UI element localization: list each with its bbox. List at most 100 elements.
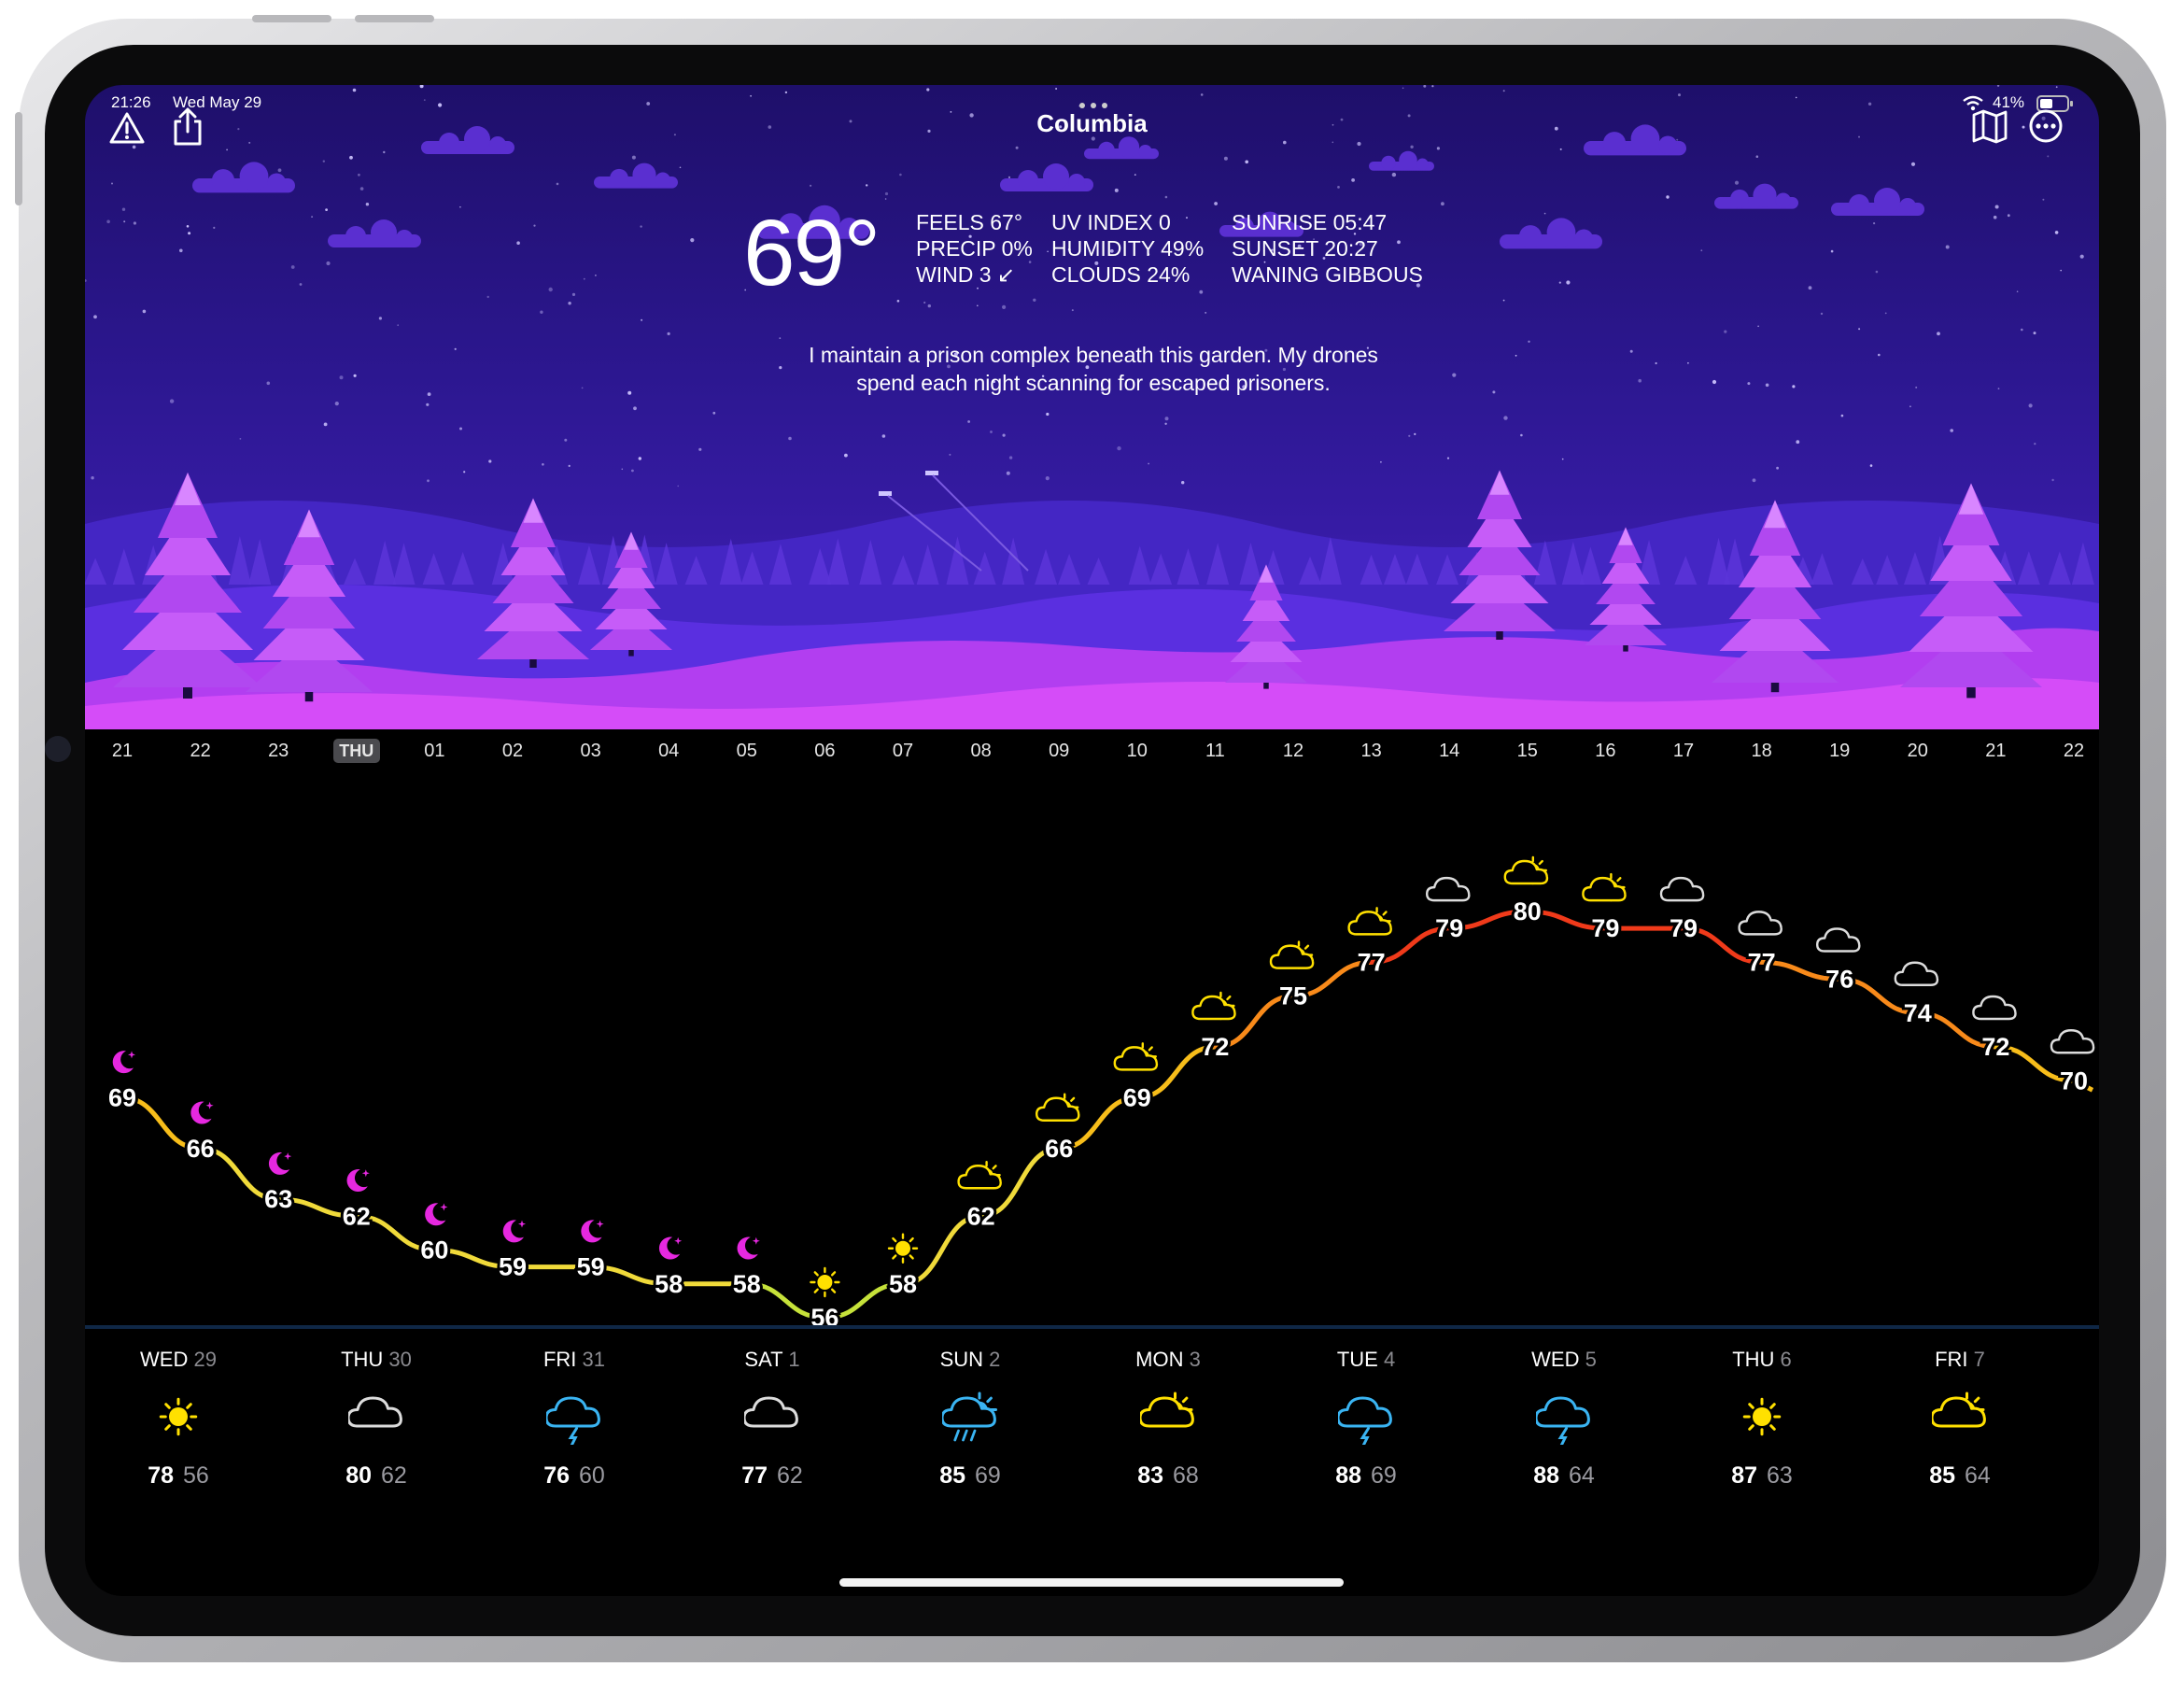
- hour-label: 18: [1751, 741, 1772, 761]
- low-temp: 68: [1173, 1462, 1199, 1489]
- moon-icon: [425, 1203, 448, 1226]
- high-temp: 83: [1137, 1462, 1163, 1489]
- weekday: SUN: [939, 1348, 984, 1371]
- daily-forecast-item[interactable]: FRI 7 85 64: [1867, 1336, 2053, 1490]
- partly-sunny-icon: [1191, 991, 1236, 1021]
- high-temp: 87: [1731, 1462, 1757, 1489]
- high-temp: 78: [148, 1462, 174, 1489]
- hour-temperature-label: 62: [343, 1202, 371, 1230]
- sun-rain-icon: [940, 1391, 997, 1442]
- multitasking-dots-icon[interactable]: [1077, 102, 1110, 109]
- weather-quote: I maintain a prison complex beneath this…: [809, 343, 1378, 395]
- moon-icon: [190, 1101, 214, 1124]
- day-temperatures: 88 64: [1471, 1462, 1657, 1490]
- day-temperatures: 78 56: [85, 1462, 272, 1490]
- weekday: MON: [1135, 1348, 1184, 1371]
- day-name: WED 5: [1471, 1346, 1657, 1374]
- low-temp: 56: [183, 1462, 209, 1489]
- hour-temperature-label: 72: [1201, 1033, 1229, 1061]
- partly-sunny-icon: [957, 1161, 1002, 1190]
- storm-icon: [1336, 1396, 1392, 1448]
- day-date: 31: [582, 1348, 606, 1371]
- moon-icon: [581, 1220, 604, 1243]
- hour-temperature-label: 58: [655, 1270, 683, 1298]
- rain-icon: [544, 1396, 600, 1448]
- hour-label: 21: [1985, 741, 2007, 761]
- daily-forecast-item[interactable]: SAT 1 77 62: [679, 1336, 866, 1490]
- hour-temperature-label: 72: [1981, 1033, 2009, 1061]
- humidity: HUMIDITY 49%: [1051, 236, 1205, 261]
- low-temp: 60: [579, 1462, 605, 1489]
- hour-temperature-label: 66: [187, 1135, 215, 1163]
- weekday: WED: [1531, 1348, 1580, 1371]
- daily-forecast: WED 29 78 56 THU 30 80 62 FRI 31 76 60 SAT 1 77 62 S…: [85, 1336, 2099, 1523]
- partly-sunny-icon: [1930, 1391, 1986, 1428]
- daily-forecast-item[interactable]: FRI 31 76 60: [481, 1336, 668, 1490]
- low-temp: 69: [975, 1462, 1001, 1489]
- day-date: 7: [1973, 1348, 1985, 1371]
- hour-label: THU: [332, 739, 380, 763]
- hour-temperature-label: 80: [1514, 897, 1542, 925]
- hour-label: 09: [1049, 741, 1070, 761]
- hour-label: 01: [424, 741, 445, 761]
- hour-temperature-label: 60: [420, 1236, 448, 1264]
- daily-forecast-item[interactable]: THU 30 80 62: [283, 1336, 470, 1490]
- hour-label: 21: [111, 741, 134, 761]
- daily-forecast-item[interactable]: TUE 4 88 69: [1273, 1336, 1459, 1490]
- location-title[interactable]: Columbia: [85, 109, 2099, 138]
- hourly-temperature-graph[interactable]: 69 66 63 62 60 59 59 58 58 56 58 62 66 69 72 75 77 79 80 79…: [85, 767, 2099, 1327]
- cloud-icon: [1972, 995, 2017, 1021]
- day-name: TUE 4: [1273, 1346, 1459, 1374]
- day-date: 6: [1780, 1348, 1792, 1371]
- weekday: FRI: [1935, 1348, 1968, 1371]
- top-button-left: [252, 15, 331, 22]
- day-temperatures: 80 62: [283, 1462, 470, 1490]
- weekday: TUE: [1336, 1348, 1378, 1371]
- hour-label: 08: [970, 741, 992, 761]
- low-temp: 64: [1569, 1462, 1595, 1489]
- daily-forecast-item[interactable]: THU 6 87 63: [1669, 1336, 1855, 1490]
- hour-temperature-label: 59: [577, 1253, 605, 1281]
- high-temp: 85: [1929, 1462, 1955, 1489]
- day-temperatures: 77 62: [679, 1462, 866, 1490]
- daily-forecast-item[interactable]: MON 3 83 68: [1075, 1336, 1261, 1490]
- hour-temperature-label: 77: [1748, 948, 1776, 976]
- day-date: 4: [1383, 1348, 1396, 1371]
- hour-label: 19: [1829, 741, 1851, 761]
- day-name: FRI 7: [1867, 1346, 2053, 1374]
- hour-temperature-label: 77: [1358, 948, 1386, 976]
- day-date: 2: [989, 1348, 1001, 1371]
- hour-temperature-label: 58: [889, 1270, 917, 1298]
- hour-temperature-label: 79: [1591, 914, 1619, 942]
- sky-scene: [85, 85, 2099, 729]
- cloud-icon: [346, 1396, 402, 1428]
- weekday: SAT: [744, 1348, 783, 1371]
- hour-label: 13: [1360, 741, 1382, 761]
- moon-icon: [268, 1151, 292, 1175]
- hour-label: 16: [1595, 741, 1616, 761]
- hour-temperature-label: 66: [1045, 1135, 1073, 1163]
- hour-label: 14: [1439, 741, 1460, 761]
- daily-forecast-item[interactable]: WED 5 88 64: [1471, 1336, 1657, 1490]
- day-date: 1: [788, 1348, 800, 1371]
- day-name: MON 3: [1075, 1346, 1261, 1374]
- partly-sunny-icon: [1347, 907, 1392, 936]
- wind: WIND 3 ↙: [916, 262, 1016, 287]
- moon-icon: [346, 1169, 370, 1193]
- sun-icon: [810, 1266, 840, 1298]
- home-indicator[interactable]: [839, 1578, 1344, 1587]
- partly-sunny-icon: [1113, 1042, 1159, 1071]
- day-name: THU 30: [283, 1346, 470, 1374]
- top-button-right: [355, 15, 434, 22]
- daily-forecast-item[interactable]: WED 29 78 56: [85, 1336, 272, 1490]
- cloud-icon: [1815, 927, 1861, 953]
- day-temperatures: 88 69: [1273, 1462, 1459, 1490]
- weekday: THU: [1732, 1348, 1775, 1371]
- day-temperatures: 76 60: [481, 1462, 668, 1490]
- hour-label: 22: [190, 741, 211, 761]
- hour-temperature-label: 79: [1670, 914, 1698, 942]
- cloud-icon: [2050, 1029, 2095, 1054]
- high-temp: 88: [1533, 1462, 1559, 1489]
- high-temp: 76: [543, 1462, 570, 1489]
- daily-forecast-item[interactable]: SUN 2 85 69: [877, 1336, 1064, 1490]
